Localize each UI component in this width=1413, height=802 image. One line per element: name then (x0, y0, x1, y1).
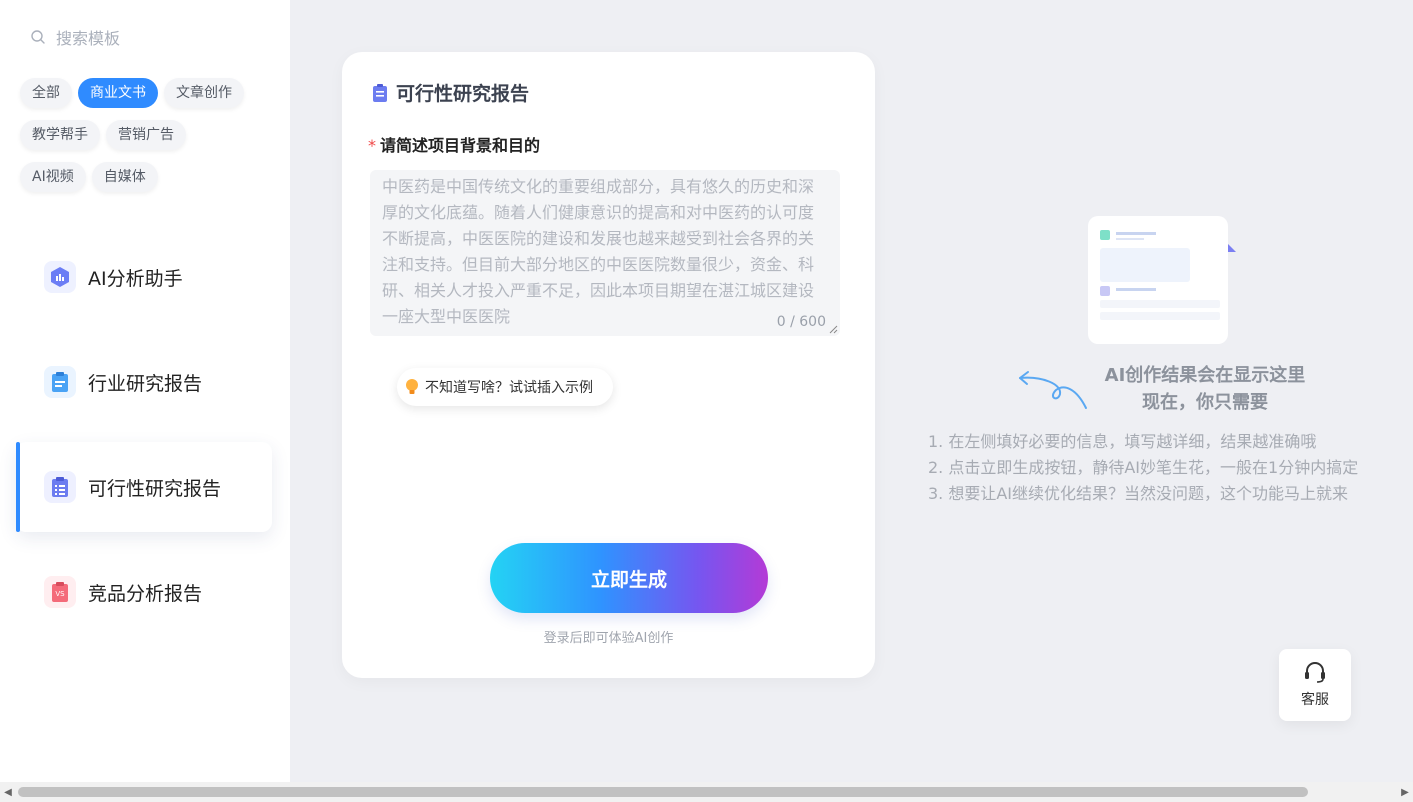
menu-item-label: AI分析助手 (88, 267, 183, 290)
horizontal-scrollbar[interactable]: ◀ ▶ (0, 782, 1413, 802)
result-placeholder-title: AI创作结果会在显示这里 现在，你只需要 (1060, 362, 1350, 416)
search-icon (31, 30, 45, 44)
scroll-right-icon[interactable]: ▶ (1397, 782, 1413, 802)
background-textarea[interactable] (370, 170, 840, 336)
form-title: 可行性研究报告 (372, 79, 529, 106)
insert-example-label: 不知道写啥？试试插入示例 (425, 380, 593, 396)
chip-teaching[interactable]: 教学帮手 (20, 120, 100, 150)
clipboard-list-icon (373, 83, 387, 102)
search-box[interactable]: 搜索模板 (30, 26, 120, 48)
field-label-text: 请简述项目背景和目的 (380, 136, 541, 155)
vs-clipboard-icon: VS (44, 576, 76, 608)
menu-item-competitor-report[interactable]: VS 竞品分析报告 (16, 547, 272, 637)
field-label: * 请简述项目背景和目的 (368, 132, 540, 156)
scroll-left-icon[interactable]: ◀ (0, 782, 16, 802)
chip-all[interactable]: 全部 (20, 78, 72, 108)
lightbulb-icon (406, 379, 418, 394)
menu-item-label: 可行性研究报告 (88, 477, 222, 500)
chip-row: AI视频 自媒体 (20, 162, 282, 192)
step-item: 3. 想要让AI继续优化结果？当然没问题，这个功能马上就来 (928, 484, 1349, 503)
category-chips: 全部 商业文书 文章创作 教学帮手 营销广告 AI视频 自媒体 (20, 78, 282, 204)
template-menu: AI分析助手 行业研究报告 可行性研究报告 VS 竞品分析报告 (16, 232, 272, 652)
chip-business-docs[interactable]: 商业文书 (78, 78, 158, 108)
form-title-text: 可行性研究报告 (396, 83, 530, 105)
clipboard-list-icon (44, 471, 76, 503)
headset-icon (1305, 662, 1325, 683)
chip-article-writing[interactable]: 文章创作 (164, 78, 244, 108)
search-placeholder[interactable]: 搜索模板 (56, 25, 120, 49)
login-tip: 登录后即可体验AI创作 (543, 631, 674, 646)
result-title-line1: AI创作结果会在显示这里 (1104, 365, 1306, 386)
chip-ai-video[interactable]: AI视频 (20, 162, 86, 192)
customer-service-button[interactable]: 客服 (1279, 649, 1351, 721)
menu-item-feasibility-report[interactable]: 可行性研究报告 (16, 442, 272, 532)
svg-text:VS: VS (55, 590, 65, 598)
resize-handle-icon[interactable] (828, 324, 838, 334)
customer-service-label: 客服 (1301, 692, 1329, 708)
step-item: 2. 点击立即生成按钮，静待AI妙笔生花，一般在1分钟内搞定 (928, 458, 1359, 477)
chip-marketing[interactable]: 营销广告 (106, 120, 186, 150)
menu-item-ai-analysis[interactable]: AI分析助手 (16, 232, 272, 322)
result-title-line2: 现在，你只需要 (1142, 392, 1268, 413)
required-mark: * (368, 136, 376, 155)
step-item: 1. 在左侧填好必要的信息，填写越详细，结果越准确哦 (928, 432, 1317, 451)
chip-self-media[interactable]: 自媒体 (91, 162, 158, 192)
form-card: 可行性研究报告 *请简述项目背景和目的 0 / 600 不知道写啥？试试插入示例… (342, 52, 875, 678)
background-textarea-wrap: 0 / 600 (370, 170, 840, 336)
insert-example-button[interactable]: 不知道写啥？试试插入示例 (397, 368, 613, 406)
chart-hexagon-icon (44, 261, 76, 293)
chip-row: 教学帮手 营销广告 (20, 120, 282, 150)
generate-button[interactable]: 立即生成 (490, 543, 768, 613)
menu-item-label: 行业研究报告 (88, 372, 203, 395)
menu-item-industry-report[interactable]: 行业研究报告 (16, 337, 272, 427)
menu-item-label: 竞品分析报告 (88, 582, 203, 605)
char-counter: 0 / 600 (776, 314, 826, 330)
scrollbar-thumb[interactable] (18, 787, 1308, 797)
chip-row: 全部 商业文书 文章创作 (20, 78, 282, 108)
result-steps: 1. 在左侧填好必要的信息，填写越详细，结果越准确哦 2. 点击立即生成按钮，静… (928, 429, 1358, 507)
document-illustration-icon (1088, 216, 1236, 344)
sidebar: 搜索模板 全部 商业文书 文章创作 教学帮手 营销广告 AI视频 自媒体 AI分… (0, 0, 290, 782)
clipboard-icon (44, 366, 76, 398)
